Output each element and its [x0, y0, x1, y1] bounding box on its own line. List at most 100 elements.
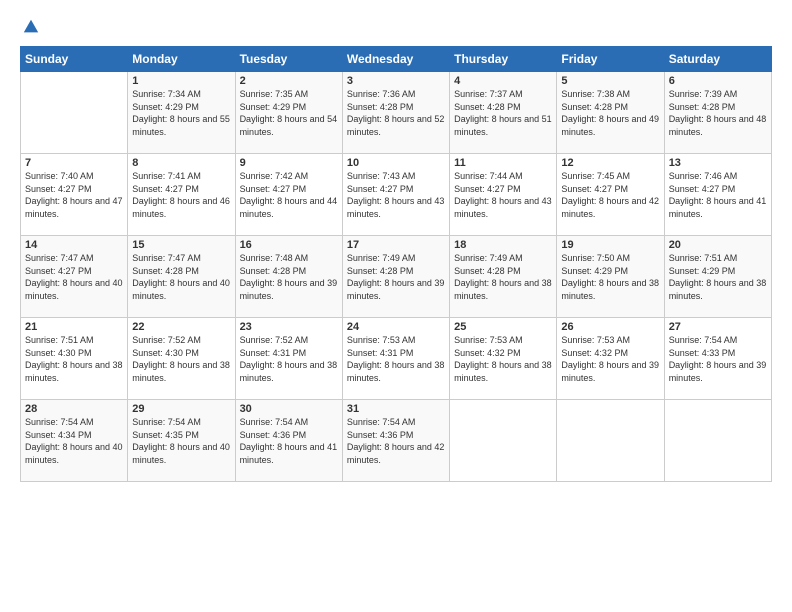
week-row-3: 21Sunrise: 7:51 AMSunset: 4:30 PMDayligh… — [21, 318, 772, 400]
day-cell: 31Sunrise: 7:54 AMSunset: 4:36 PMDayligh… — [342, 400, 449, 482]
day-cell: 16Sunrise: 7:48 AMSunset: 4:28 PMDayligh… — [235, 236, 342, 318]
day-number: 30 — [240, 403, 338, 415]
day-number: 2 — [240, 75, 338, 87]
day-cell: 27Sunrise: 7:54 AMSunset: 4:33 PMDayligh… — [664, 318, 771, 400]
day-info: Sunrise: 7:44 AMSunset: 4:27 PMDaylight:… — [454, 170, 552, 220]
day-cell: 19Sunrise: 7:50 AMSunset: 4:29 PMDayligh… — [557, 236, 664, 318]
day-cell: 8Sunrise: 7:41 AMSunset: 4:27 PMDaylight… — [128, 154, 235, 236]
day-cell: 23Sunrise: 7:52 AMSunset: 4:31 PMDayligh… — [235, 318, 342, 400]
day-cell — [664, 400, 771, 482]
day-info: Sunrise: 7:49 AMSunset: 4:28 PMDaylight:… — [454, 252, 552, 302]
week-row-0: 1Sunrise: 7:34 AMSunset: 4:29 PMDaylight… — [21, 72, 772, 154]
day-cell — [21, 72, 128, 154]
day-cell: 9Sunrise: 7:42 AMSunset: 4:27 PMDaylight… — [235, 154, 342, 236]
day-number: 5 — [561, 75, 659, 87]
calendar-table: SundayMondayTuesdayWednesdayThursdayFrid… — [20, 46, 772, 482]
day-cell: 4Sunrise: 7:37 AMSunset: 4:28 PMDaylight… — [450, 72, 557, 154]
day-info: Sunrise: 7:41 AMSunset: 4:27 PMDaylight:… — [132, 170, 230, 220]
day-info: Sunrise: 7:51 AMSunset: 4:30 PMDaylight:… — [25, 334, 123, 384]
day-info: Sunrise: 7:35 AMSunset: 4:29 PMDaylight:… — [240, 88, 338, 138]
day-info: Sunrise: 7:53 AMSunset: 4:32 PMDaylight:… — [454, 334, 552, 384]
week-row-4: 28Sunrise: 7:54 AMSunset: 4:34 PMDayligh… — [21, 400, 772, 482]
day-number: 14 — [25, 239, 123, 251]
day-number: 21 — [25, 321, 123, 333]
day-number: 8 — [132, 157, 230, 169]
day-info: Sunrise: 7:47 AMSunset: 4:27 PMDaylight:… — [25, 252, 123, 302]
day-number: 4 — [454, 75, 552, 87]
day-info: Sunrise: 7:54 AMSunset: 4:36 PMDaylight:… — [347, 416, 445, 466]
day-number: 13 — [669, 157, 767, 169]
day-number: 20 — [669, 239, 767, 251]
header-row: SundayMondayTuesdayWednesdayThursdayFrid… — [21, 47, 772, 72]
day-info: Sunrise: 7:54 AMSunset: 4:34 PMDaylight:… — [25, 416, 123, 466]
col-header-tuesday: Tuesday — [235, 47, 342, 72]
day-cell: 1Sunrise: 7:34 AMSunset: 4:29 PMDaylight… — [128, 72, 235, 154]
day-cell: 17Sunrise: 7:49 AMSunset: 4:28 PMDayligh… — [342, 236, 449, 318]
day-info: Sunrise: 7:34 AMSunset: 4:29 PMDaylight:… — [132, 88, 230, 138]
day-cell: 15Sunrise: 7:47 AMSunset: 4:28 PMDayligh… — [128, 236, 235, 318]
day-cell: 3Sunrise: 7:36 AMSunset: 4:28 PMDaylight… — [342, 72, 449, 154]
day-info: Sunrise: 7:40 AMSunset: 4:27 PMDaylight:… — [25, 170, 123, 220]
col-header-thursday: Thursday — [450, 47, 557, 72]
day-cell: 24Sunrise: 7:53 AMSunset: 4:31 PMDayligh… — [342, 318, 449, 400]
day-number: 23 — [240, 321, 338, 333]
day-info: Sunrise: 7:54 AMSunset: 4:36 PMDaylight:… — [240, 416, 338, 466]
day-cell: 5Sunrise: 7:38 AMSunset: 4:28 PMDaylight… — [557, 72, 664, 154]
day-number: 25 — [454, 321, 552, 333]
day-cell: 30Sunrise: 7:54 AMSunset: 4:36 PMDayligh… — [235, 400, 342, 482]
day-cell: 2Sunrise: 7:35 AMSunset: 4:29 PMDaylight… — [235, 72, 342, 154]
day-info: Sunrise: 7:51 AMSunset: 4:29 PMDaylight:… — [669, 252, 767, 302]
day-info: Sunrise: 7:48 AMSunset: 4:28 PMDaylight:… — [240, 252, 338, 302]
day-info: Sunrise: 7:45 AMSunset: 4:27 PMDaylight:… — [561, 170, 659, 220]
day-info: Sunrise: 7:52 AMSunset: 4:30 PMDaylight:… — [132, 334, 230, 384]
col-header-wednesday: Wednesday — [342, 47, 449, 72]
day-info: Sunrise: 7:50 AMSunset: 4:29 PMDaylight:… — [561, 252, 659, 302]
day-info: Sunrise: 7:49 AMSunset: 4:28 PMDaylight:… — [347, 252, 445, 302]
day-cell: 22Sunrise: 7:52 AMSunset: 4:30 PMDayligh… — [128, 318, 235, 400]
day-number: 15 — [132, 239, 230, 251]
day-number: 9 — [240, 157, 338, 169]
day-number: 28 — [25, 403, 123, 415]
day-cell: 12Sunrise: 7:45 AMSunset: 4:27 PMDayligh… — [557, 154, 664, 236]
day-info: Sunrise: 7:47 AMSunset: 4:28 PMDaylight:… — [132, 252, 230, 302]
day-number: 10 — [347, 157, 445, 169]
day-info: Sunrise: 7:52 AMSunset: 4:31 PMDaylight:… — [240, 334, 338, 384]
day-number: 11 — [454, 157, 552, 169]
day-info: Sunrise: 7:54 AMSunset: 4:35 PMDaylight:… — [132, 416, 230, 466]
day-cell — [557, 400, 664, 482]
day-number: 7 — [25, 157, 123, 169]
day-cell: 7Sunrise: 7:40 AMSunset: 4:27 PMDaylight… — [21, 154, 128, 236]
day-number: 1 — [132, 75, 230, 87]
day-info: Sunrise: 7:54 AMSunset: 4:33 PMDaylight:… — [669, 334, 767, 384]
day-number: 31 — [347, 403, 445, 415]
day-info: Sunrise: 7:43 AMSunset: 4:27 PMDaylight:… — [347, 170, 445, 220]
day-cell: 18Sunrise: 7:49 AMSunset: 4:28 PMDayligh… — [450, 236, 557, 318]
day-cell: 29Sunrise: 7:54 AMSunset: 4:35 PMDayligh… — [128, 400, 235, 482]
page: SundayMondayTuesdayWednesdayThursdayFrid… — [0, 0, 792, 612]
col-header-monday: Monday — [128, 47, 235, 72]
day-number: 3 — [347, 75, 445, 87]
day-cell: 25Sunrise: 7:53 AMSunset: 4:32 PMDayligh… — [450, 318, 557, 400]
day-number: 12 — [561, 157, 659, 169]
week-row-2: 14Sunrise: 7:47 AMSunset: 4:27 PMDayligh… — [21, 236, 772, 318]
day-number: 24 — [347, 321, 445, 333]
day-info: Sunrise: 7:38 AMSunset: 4:28 PMDaylight:… — [561, 88, 659, 138]
day-number: 6 — [669, 75, 767, 87]
day-cell: 28Sunrise: 7:54 AMSunset: 4:34 PMDayligh… — [21, 400, 128, 482]
day-number: 27 — [669, 321, 767, 333]
day-number: 17 — [347, 239, 445, 251]
day-cell: 10Sunrise: 7:43 AMSunset: 4:27 PMDayligh… — [342, 154, 449, 236]
day-cell: 6Sunrise: 7:39 AMSunset: 4:28 PMDaylight… — [664, 72, 771, 154]
day-cell: 21Sunrise: 7:51 AMSunset: 4:30 PMDayligh… — [21, 318, 128, 400]
day-info: Sunrise: 7:36 AMSunset: 4:28 PMDaylight:… — [347, 88, 445, 138]
day-cell: 20Sunrise: 7:51 AMSunset: 4:29 PMDayligh… — [664, 236, 771, 318]
day-info: Sunrise: 7:53 AMSunset: 4:31 PMDaylight:… — [347, 334, 445, 384]
day-number: 22 — [132, 321, 230, 333]
day-info: Sunrise: 7:53 AMSunset: 4:32 PMDaylight:… — [561, 334, 659, 384]
day-cell: 13Sunrise: 7:46 AMSunset: 4:27 PMDayligh… — [664, 154, 771, 236]
day-info: Sunrise: 7:42 AMSunset: 4:27 PMDaylight:… — [240, 170, 338, 220]
week-row-1: 7Sunrise: 7:40 AMSunset: 4:27 PMDaylight… — [21, 154, 772, 236]
col-header-friday: Friday — [557, 47, 664, 72]
day-info: Sunrise: 7:46 AMSunset: 4:27 PMDaylight:… — [669, 170, 767, 220]
day-info: Sunrise: 7:39 AMSunset: 4:28 PMDaylight:… — [669, 88, 767, 138]
